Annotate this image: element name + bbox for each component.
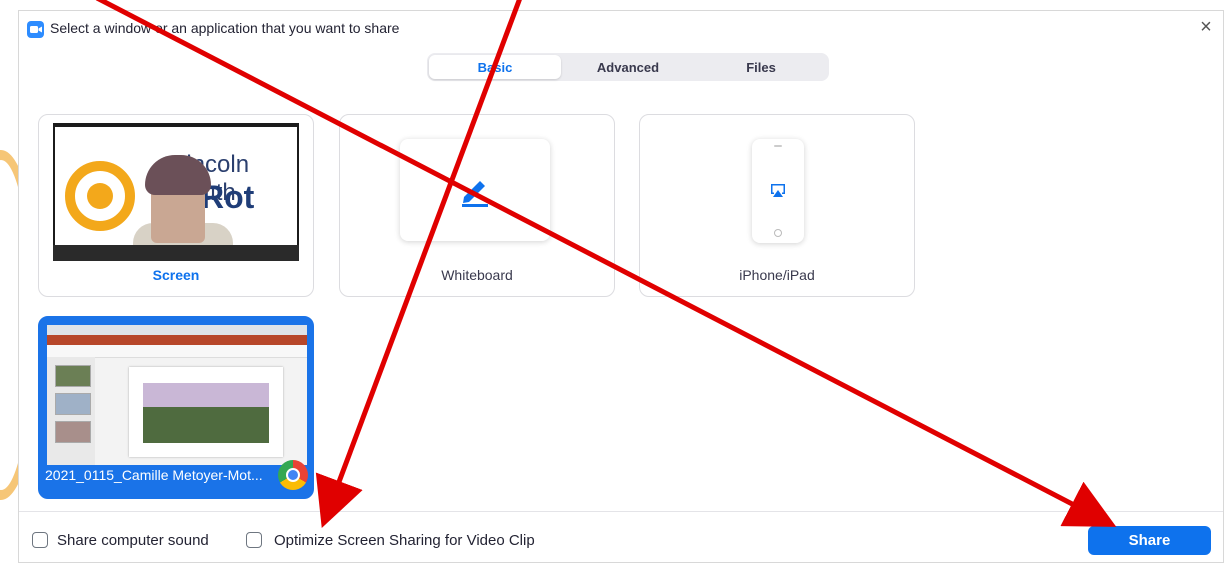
- phone-tile: [752, 139, 804, 243]
- screen-label: Screen: [152, 267, 200, 283]
- pen-icon: [462, 181, 488, 207]
- share-tabs: Basic Advanced Files: [427, 53, 829, 81]
- footer-divider: [19, 511, 1223, 512]
- slide-preview: [129, 367, 283, 457]
- background-strip: [0, 0, 42, 563]
- title-bar: Select a window or an application that y…: [19, 11, 1223, 47]
- share-computer-sound-checkbox[interactable]: [32, 532, 48, 548]
- close-button[interactable]: ×: [1195, 16, 1217, 38]
- share-option-screen[interactable]: Lincoln South Rot Screen: [38, 114, 314, 297]
- screen-preview-thumbnail: Lincoln South Rot: [53, 123, 299, 261]
- share-option-chrome-window[interactable]: 2021_0115_Camille Metoyer-Mot...: [38, 316, 314, 499]
- share-button[interactable]: Share: [1088, 526, 1211, 555]
- tab-advanced[interactable]: Advanced: [562, 55, 694, 79]
- airplay-icon: [771, 184, 785, 197]
- window-title: Select a window or an application that y…: [50, 20, 400, 36]
- share-computer-sound-label: Share computer sound: [57, 532, 209, 549]
- share-option-whiteboard[interactable]: Whiteboard: [339, 114, 615, 297]
- tab-files[interactable]: Files: [695, 55, 827, 79]
- chrome-window-thumbnail: [47, 325, 307, 465]
- optimize-video-label: Optimize Screen Sharing for Video Clip: [274, 532, 535, 549]
- share-option-iphone-ipad[interactable]: iPhone/iPad: [639, 114, 915, 297]
- zoom-app-icon: [27, 21, 44, 38]
- chrome-icon: [278, 460, 308, 490]
- chrome-window-label: 2021_0115_Camille Metoyer-Mot...: [45, 467, 263, 483]
- iphone-ipad-label: iPhone/iPad: [739, 267, 815, 283]
- preview-taskbar: [53, 245, 299, 261]
- optimize-video-checkbox[interactable]: [246, 532, 262, 548]
- whiteboard-tile: [400, 139, 550, 241]
- whiteboard-label: Whiteboard: [441, 267, 513, 283]
- tab-basic[interactable]: Basic: [429, 55, 561, 79]
- share-screen-dialog: Select a window or an application that y…: [18, 10, 1224, 563]
